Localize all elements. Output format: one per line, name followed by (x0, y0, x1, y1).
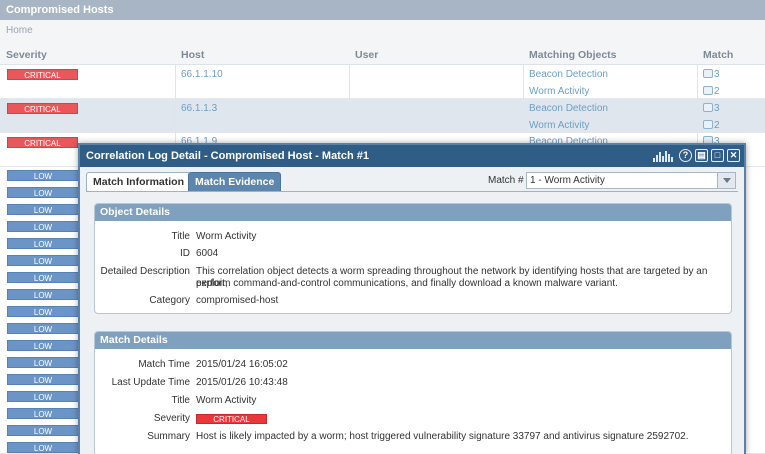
section-heading: Object Details (95, 204, 731, 221)
tab-match-information[interactable]: Match Information (86, 172, 191, 192)
field-label: Severity (153, 413, 190, 424)
matching-object-link[interactable]: Beacon Detection (529, 69, 608, 80)
matching-object-link[interactable]: Worm Activity (529, 120, 589, 131)
dialog-titlebar[interactable]: Correlation Log Detail - Compromised Hos… (80, 145, 744, 167)
severity-badge: LOW (7, 170, 79, 181)
close-icon[interactable]: ✕ (727, 149, 740, 162)
breadcrumb[interactable]: Home (0, 20, 765, 45)
column-header-host[interactable]: Host (181, 45, 204, 65)
chevron-down-icon[interactable] (717, 173, 735, 188)
severity-badge: LOW (7, 255, 79, 266)
severity-badge: LOW (7, 374, 79, 385)
field-label: Summary (147, 431, 190, 442)
match-number-select[interactable]: 1 - Worm Activity (526, 172, 736, 189)
match-time: 2015/01/24 16:05:02 (196, 359, 288, 370)
page: Compromised Hosts Home Severity Host Use… (0, 0, 765, 454)
last-update-time: 2015/01/26 10:43:48 (196, 377, 288, 388)
severity-badge: CRITICAL (7, 137, 78, 148)
object-id: 6004 (196, 248, 219, 259)
object-category: compromised-host (196, 295, 279, 306)
severity-badge: LOW (7, 306, 79, 317)
match-details-section: Match Details Match Time 2015/01/24 16:0… (94, 331, 732, 454)
log-icon (703, 103, 713, 112)
match-number-value: 1 - Worm Activity (530, 175, 605, 186)
severity-badge: CRITICAL (7, 103, 78, 114)
severity-badge: LOW (7, 272, 79, 283)
log-icon (703, 86, 713, 95)
field-label: Match Time (138, 359, 190, 370)
severity-badge: LOW (7, 323, 79, 334)
table-row[interactable]: CRITICAL 66.1.1.10 Beacon Detection Worm… (0, 65, 765, 99)
severity-badge: LOW (7, 340, 79, 351)
print-icon[interactable]: ▤ (695, 149, 708, 162)
log-icon (703, 69, 713, 78)
match-count-link[interactable]: 2 (703, 120, 720, 131)
maximize-icon[interactable]: □ (711, 149, 724, 162)
object-details-section: Object Details Title Worm Activity ID 60… (94, 203, 732, 314)
severity-badge: LOW (7, 357, 79, 368)
match-count-link[interactable]: 3 (703, 69, 720, 80)
severity-badge: LOW (7, 289, 79, 300)
match-count-link[interactable]: 3 (703, 103, 720, 114)
tab-bar: Match Information Match Evidence Match #… (80, 167, 744, 192)
severity-badge: LOW (7, 204, 79, 215)
severity-badge: LOW (7, 238, 79, 249)
severity-badge: LOW (7, 391, 79, 402)
field-label: ID (180, 248, 190, 259)
severity-badge: CRITICAL (7, 69, 78, 80)
section-heading: Match Details (95, 332, 731, 349)
field-label: Detailed Description (100, 266, 191, 277)
field-label: Title (171, 395, 190, 406)
match-summary: Host is likely impacted by a worm; host … (196, 431, 689, 442)
severity-badge: LOW (7, 442, 79, 453)
help-icon[interactable]: ? (679, 149, 692, 162)
panel-title: Compromised Hosts (0, 0, 765, 20)
column-header-severity[interactable]: Severity (6, 45, 47, 65)
correlation-log-detail-dialog: Correlation Log Detail - Compromised Hos… (78, 143, 746, 454)
field-label: Title (171, 231, 190, 242)
severity-badge: LOW (7, 187, 79, 198)
match-title: Worm Activity (196, 395, 257, 406)
severity-badge: LOW (7, 221, 79, 232)
tab-match-evidence[interactable]: Match Evidence (188, 172, 282, 192)
field-label: Last Update Time (111, 377, 190, 388)
column-header-user[interactable]: User (355, 45, 378, 65)
matching-object-link[interactable]: Beacon Detection (529, 103, 608, 114)
field-label: Category (149, 295, 190, 306)
severity-badge: LOW (7, 408, 79, 419)
matching-object-link[interactable]: Worm Activity (529, 86, 589, 97)
match-number-label: Match # (488, 175, 524, 186)
grid-header: Severity Host User Matching Objects Matc… (0, 45, 765, 81)
table-row[interactable]: CRITICAL 66.1.1.3 Beacon Detection Worm … (0, 99, 765, 133)
object-description-line-2: perform command-and-control communicatio… (196, 278, 618, 289)
activity-icon (653, 150, 673, 162)
object-title: Worm Activity (196, 231, 257, 242)
dialog-title: Correlation Log Detail - Compromised Hos… (86, 150, 369, 162)
host-link[interactable]: 66.1.1.10 (181, 69, 223, 80)
severity-badge: CRITICAL (196, 414, 267, 424)
column-header-matching-objects[interactable]: Matching Objects (529, 45, 617, 65)
log-icon (703, 120, 713, 129)
match-count-link[interactable]: 2 (703, 86, 720, 97)
host-link[interactable]: 66.1.1.3 (181, 103, 217, 114)
severity-badge: LOW (7, 425, 79, 436)
